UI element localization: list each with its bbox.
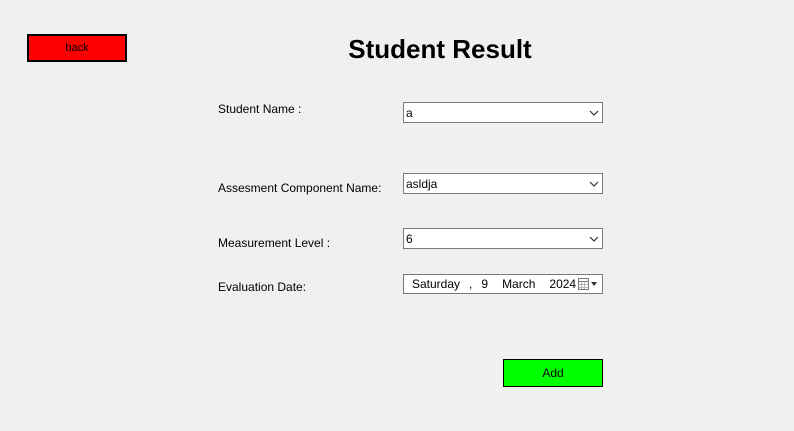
measurement-level-label: Measurement Level :	[218, 236, 331, 250]
date-separator: ,	[469, 277, 473, 291]
measurement-level-select[interactable]: 6	[403, 228, 603, 249]
back-button[interactable]: back	[27, 34, 127, 62]
date-day[interactable]: 9	[481, 277, 488, 291]
assessment-component-select[interactable]: asldja	[403, 173, 603, 194]
assessment-component-value: asldja	[406, 176, 438, 191]
chevron-down-icon[interactable]	[585, 103, 602, 122]
page-title: Student Result	[348, 34, 532, 64]
date-month[interactable]: March	[502, 277, 535, 291]
calendar-icon[interactable]	[576, 276, 600, 292]
chevron-down-icon[interactable]	[585, 174, 602, 193]
measurement-level-value: 6	[406, 231, 413, 246]
chevron-down-icon[interactable]	[585, 229, 602, 248]
add-button-label: Add	[542, 366, 564, 380]
evaluation-date-picker[interactable]: Saturday , 9 March 2024	[403, 274, 603, 294]
student-name-label: Student Name :	[218, 102, 302, 116]
student-name-select[interactable]: a	[403, 102, 603, 123]
back-button-label: back	[65, 42, 89, 54]
add-button[interactable]: Add	[503, 359, 603, 387]
evaluation-date-label: Evaluation Date:	[218, 280, 307, 294]
date-year[interactable]: 2024	[549, 277, 576, 291]
date-weekday[interactable]: Saturday	[412, 277, 460, 291]
student-name-value: a	[406, 105, 413, 120]
assessment-component-label: Assesment Component Name:	[218, 181, 382, 195]
